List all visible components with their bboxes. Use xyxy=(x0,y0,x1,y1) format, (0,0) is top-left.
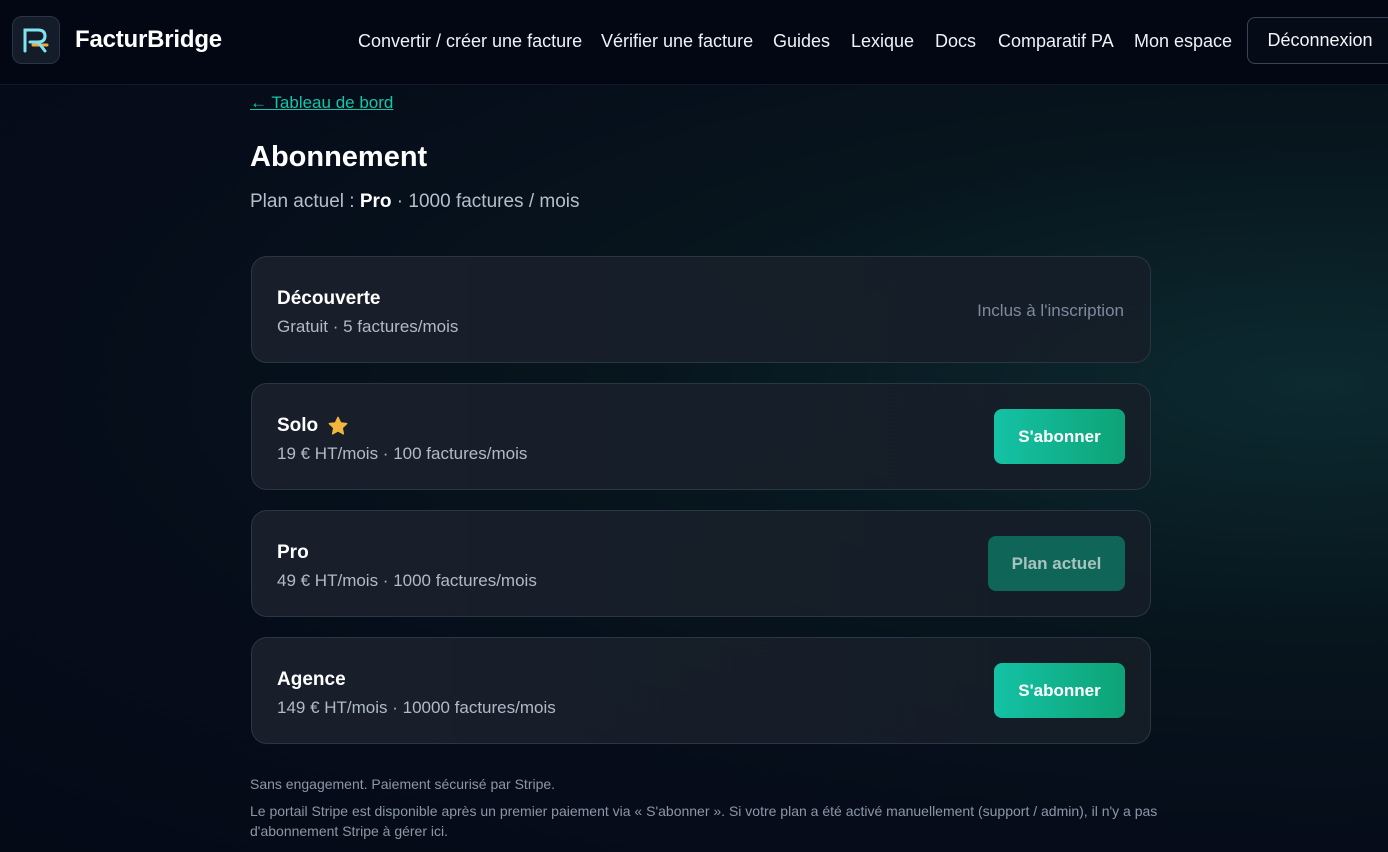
plan-name: Solo xyxy=(277,415,319,436)
current-plan-suffix: · 1000 factures / mois xyxy=(391,191,580,212)
plan-description: 49 € HT/mois · 1000 factures/mois xyxy=(277,571,537,590)
plan-name: Découverte xyxy=(277,288,381,309)
top-navigation-bar: FacturBridge Convertir / créer une factu… xyxy=(0,0,1388,85)
nav-mon-espace[interactable]: Mon espace xyxy=(1134,31,1232,52)
logout-button[interactable]: Déconnexion xyxy=(1247,17,1388,64)
current-plan-name: Pro xyxy=(359,191,392,212)
star-icon xyxy=(327,415,349,437)
plan-included-note: Inclus à l'inscription xyxy=(977,301,1124,320)
plan-card-agence: Agence 149 € HT/mois · 10000 factures/mo… xyxy=(251,637,1151,744)
subscribe-button-solo[interactable]: S'abonner xyxy=(994,409,1125,464)
back-to-dashboard-link[interactable]: ← Tableau de bord xyxy=(250,93,393,113)
nav-verifier[interactable]: Vérifier une facture xyxy=(601,31,753,52)
plan-description: 149 € HT/mois · 10000 factures/mois xyxy=(277,698,556,717)
current-plan-prefix: Plan actuel : xyxy=(250,191,360,212)
payment-note: Sans engagement. Paiement sécurisé par S… xyxy=(250,776,556,792)
brand-name: FacturBridge xyxy=(75,26,222,53)
plan-card-solo: Solo 19 € HT/mois · 100 factures/mois S'… xyxy=(251,383,1151,490)
stripe-portal-note: Le portail Stripe est disponible après u… xyxy=(250,803,1158,839)
nav-guides[interactable]: Guides xyxy=(773,31,830,52)
plan-card-decouverte: Découverte Gratuit · 5 factures/mois Inc… xyxy=(251,256,1151,363)
plan-name: Pro xyxy=(277,542,309,563)
current-plan-button: Plan actuel xyxy=(988,536,1125,591)
plan-description: 19 € HT/mois · 100 factures/mois xyxy=(277,444,528,463)
current-plan-summary: Plan actuel : Pro · 1000 factures / mois xyxy=(250,191,580,213)
page-title: Abonnement xyxy=(250,141,428,173)
nav-docs[interactable]: Docs xyxy=(935,31,976,52)
nav-comparatif-pa[interactable]: Comparatif PA xyxy=(998,31,1114,52)
plan-card-pro: Pro 49 € HT/mois · 1000 factures/mois Pl… xyxy=(251,510,1151,617)
plan-description: Gratuit · 5 factures/mois xyxy=(277,317,459,336)
brand[interactable]: FacturBridge xyxy=(12,16,222,64)
nav-lexique[interactable]: Lexique xyxy=(851,31,914,52)
logo-icon xyxy=(12,16,60,64)
subscribe-button-agence[interactable]: S'abonner xyxy=(994,663,1125,718)
plan-name-row: Solo xyxy=(277,415,349,437)
nav-convertir[interactable]: Convertir / créer une facture xyxy=(358,31,582,52)
plan-name: Agence xyxy=(277,669,346,690)
